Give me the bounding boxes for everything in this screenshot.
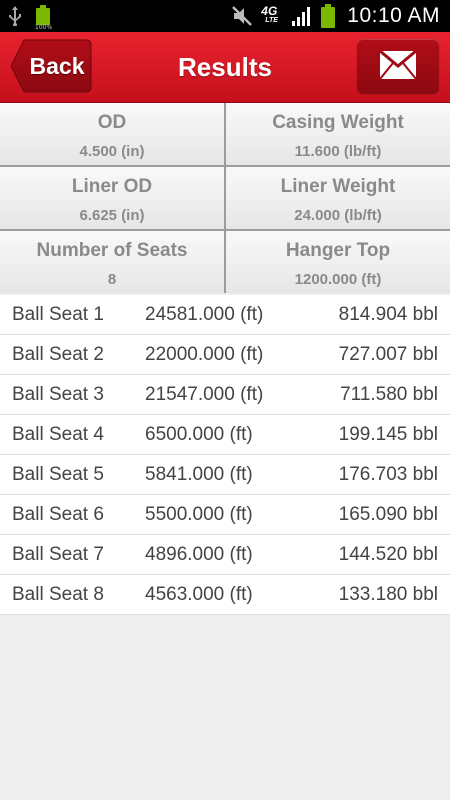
input-summary-grid: OD 4.500 (in) Casing Weight 11.600 (lb/f… (0, 103, 450, 293)
list-item[interactable]: Ball Seat 8 4563.000 (ft) 133.180 bbl (0, 575, 450, 615)
seat-name: Ball Seat 4 (12, 424, 104, 445)
number-of-seats-value: 8 (107, 271, 117, 288)
number-of-seats-cell: Number of Seats 8 (0, 231, 224, 293)
seat-depth: 5841.000 (ft) (145, 464, 253, 485)
list-item[interactable]: Ball Seat 2 22000.000 (ft) 727.007 bbl (0, 335, 450, 375)
seat-volume: 144.520 bbl (338, 544, 438, 565)
seat-name: Ball Seat 7 (12, 544, 104, 565)
status-bar-left: 100% (8, 4, 52, 31)
seat-name: Ball Seat 2 (12, 344, 104, 365)
casing-weight-cell: Casing Weight 11.600 (lb/ft) (226, 103, 450, 165)
seat-depth: 4896.000 (ft) (145, 544, 253, 565)
seat-name: Ball Seat 3 (12, 384, 104, 405)
od-label: OD (97, 112, 127, 133)
list-item[interactable]: Ball Seat 6 5500.000 (ft) 165.090 bbl (0, 495, 450, 535)
network-type-label: 4G (261, 4, 278, 18)
seat-name: Ball Seat 8 (12, 584, 104, 605)
battery-percent-label: 100% (35, 24, 53, 31)
app-header: Back Results (0, 32, 450, 103)
number-of-seats-label: Number of Seats (36, 240, 188, 261)
page-title: Results (178, 52, 272, 82)
lte-network-icon: 4G LTE (261, 4, 283, 28)
od-value: 4.500 (in) (79, 143, 145, 160)
seat-name: Ball Seat 5 (12, 464, 104, 485)
mute-icon (232, 6, 253, 26)
network-lte-label: LTE (265, 17, 278, 24)
status-bar-right: 4G LTE 10:10 AM (231, 0, 440, 32)
casing-weight-label: Casing Weight (272, 112, 404, 133)
seat-depth: 22000.000 (ft) (145, 344, 264, 365)
seat-volume: 165.090 bbl (338, 504, 438, 525)
email-button[interactable] (357, 39, 439, 93)
liner-od-value: 6.625 (in) (79, 207, 145, 224)
list-item[interactable]: Ball Seat 5 5841.000 (ft) 176.703 bbl (0, 455, 450, 495)
liner-weight-label: Liner Weight (280, 176, 396, 197)
hanger-top-value: 1200.000 (ft) (294, 271, 382, 288)
hanger-top-cell: Hanger Top 1200.000 (ft) (226, 231, 450, 293)
seat-depth: 6500.000 (ft) (145, 424, 253, 445)
seat-name: Ball Seat 6 (12, 504, 104, 525)
back-button-label: Back (29, 53, 85, 79)
list-item[interactable]: Ball Seat 3 21547.000 (ft) 711.580 bbl (0, 375, 450, 415)
liner-weight-cell: Liner Weight 24.000 (lb/ft) (226, 167, 450, 229)
clock: 10:10 AM (347, 4, 440, 27)
list-item[interactable]: Ball Seat 4 6500.000 (ft) 199.145 bbl (0, 415, 450, 455)
seat-volume: 727.007 bbl (338, 344, 438, 365)
back-button[interactable]: Back (10, 39, 92, 93)
seat-depth: 24581.000 (ft) (145, 304, 264, 325)
signal-strength-icon (292, 7, 311, 26)
seat-volume: 711.580 bbl (340, 384, 438, 405)
battery-icon (321, 4, 336, 28)
ball-seat-list: Ball Seat 1 24581.000 (ft) 814.904 bbl B… (0, 295, 450, 615)
list-item[interactable]: Ball Seat 7 4896.000 (ft) 144.520 bbl (0, 535, 450, 575)
battery-full-icon: 100% (35, 5, 52, 31)
mail-icon (379, 49, 417, 80)
casing-weight-value: 11.600 (lb/ft) (294, 143, 382, 160)
seat-depth: 4563.000 (ft) (145, 584, 253, 605)
liner-od-label: Liner OD (71, 176, 153, 197)
seat-name: Ball Seat 1 (12, 304, 104, 325)
seat-volume: 814.904 bbl (338, 304, 438, 325)
seat-depth: 5500.000 (ft) (145, 504, 253, 525)
list-item[interactable]: Ball Seat 1 24581.000 (ft) 814.904 bbl (0, 295, 450, 335)
hanger-top-label: Hanger Top (285, 240, 391, 261)
liner-weight-value: 24.000 (lb/ft) (294, 207, 382, 224)
seat-volume: 199.145 bbl (338, 424, 438, 445)
seat-depth: 21547.000 (ft) (145, 384, 264, 405)
usb-icon (9, 6, 21, 26)
seat-volume: 176.703 bbl (338, 464, 438, 485)
status-bar: 100% 4G LTE 10:10 AM (0, 0, 450, 32)
liner-od-cell: Liner OD 6.625 (in) (0, 167, 224, 229)
seat-volume: 133.180 bbl (338, 584, 438, 605)
od-cell: OD 4.500 (in) (0, 103, 224, 165)
